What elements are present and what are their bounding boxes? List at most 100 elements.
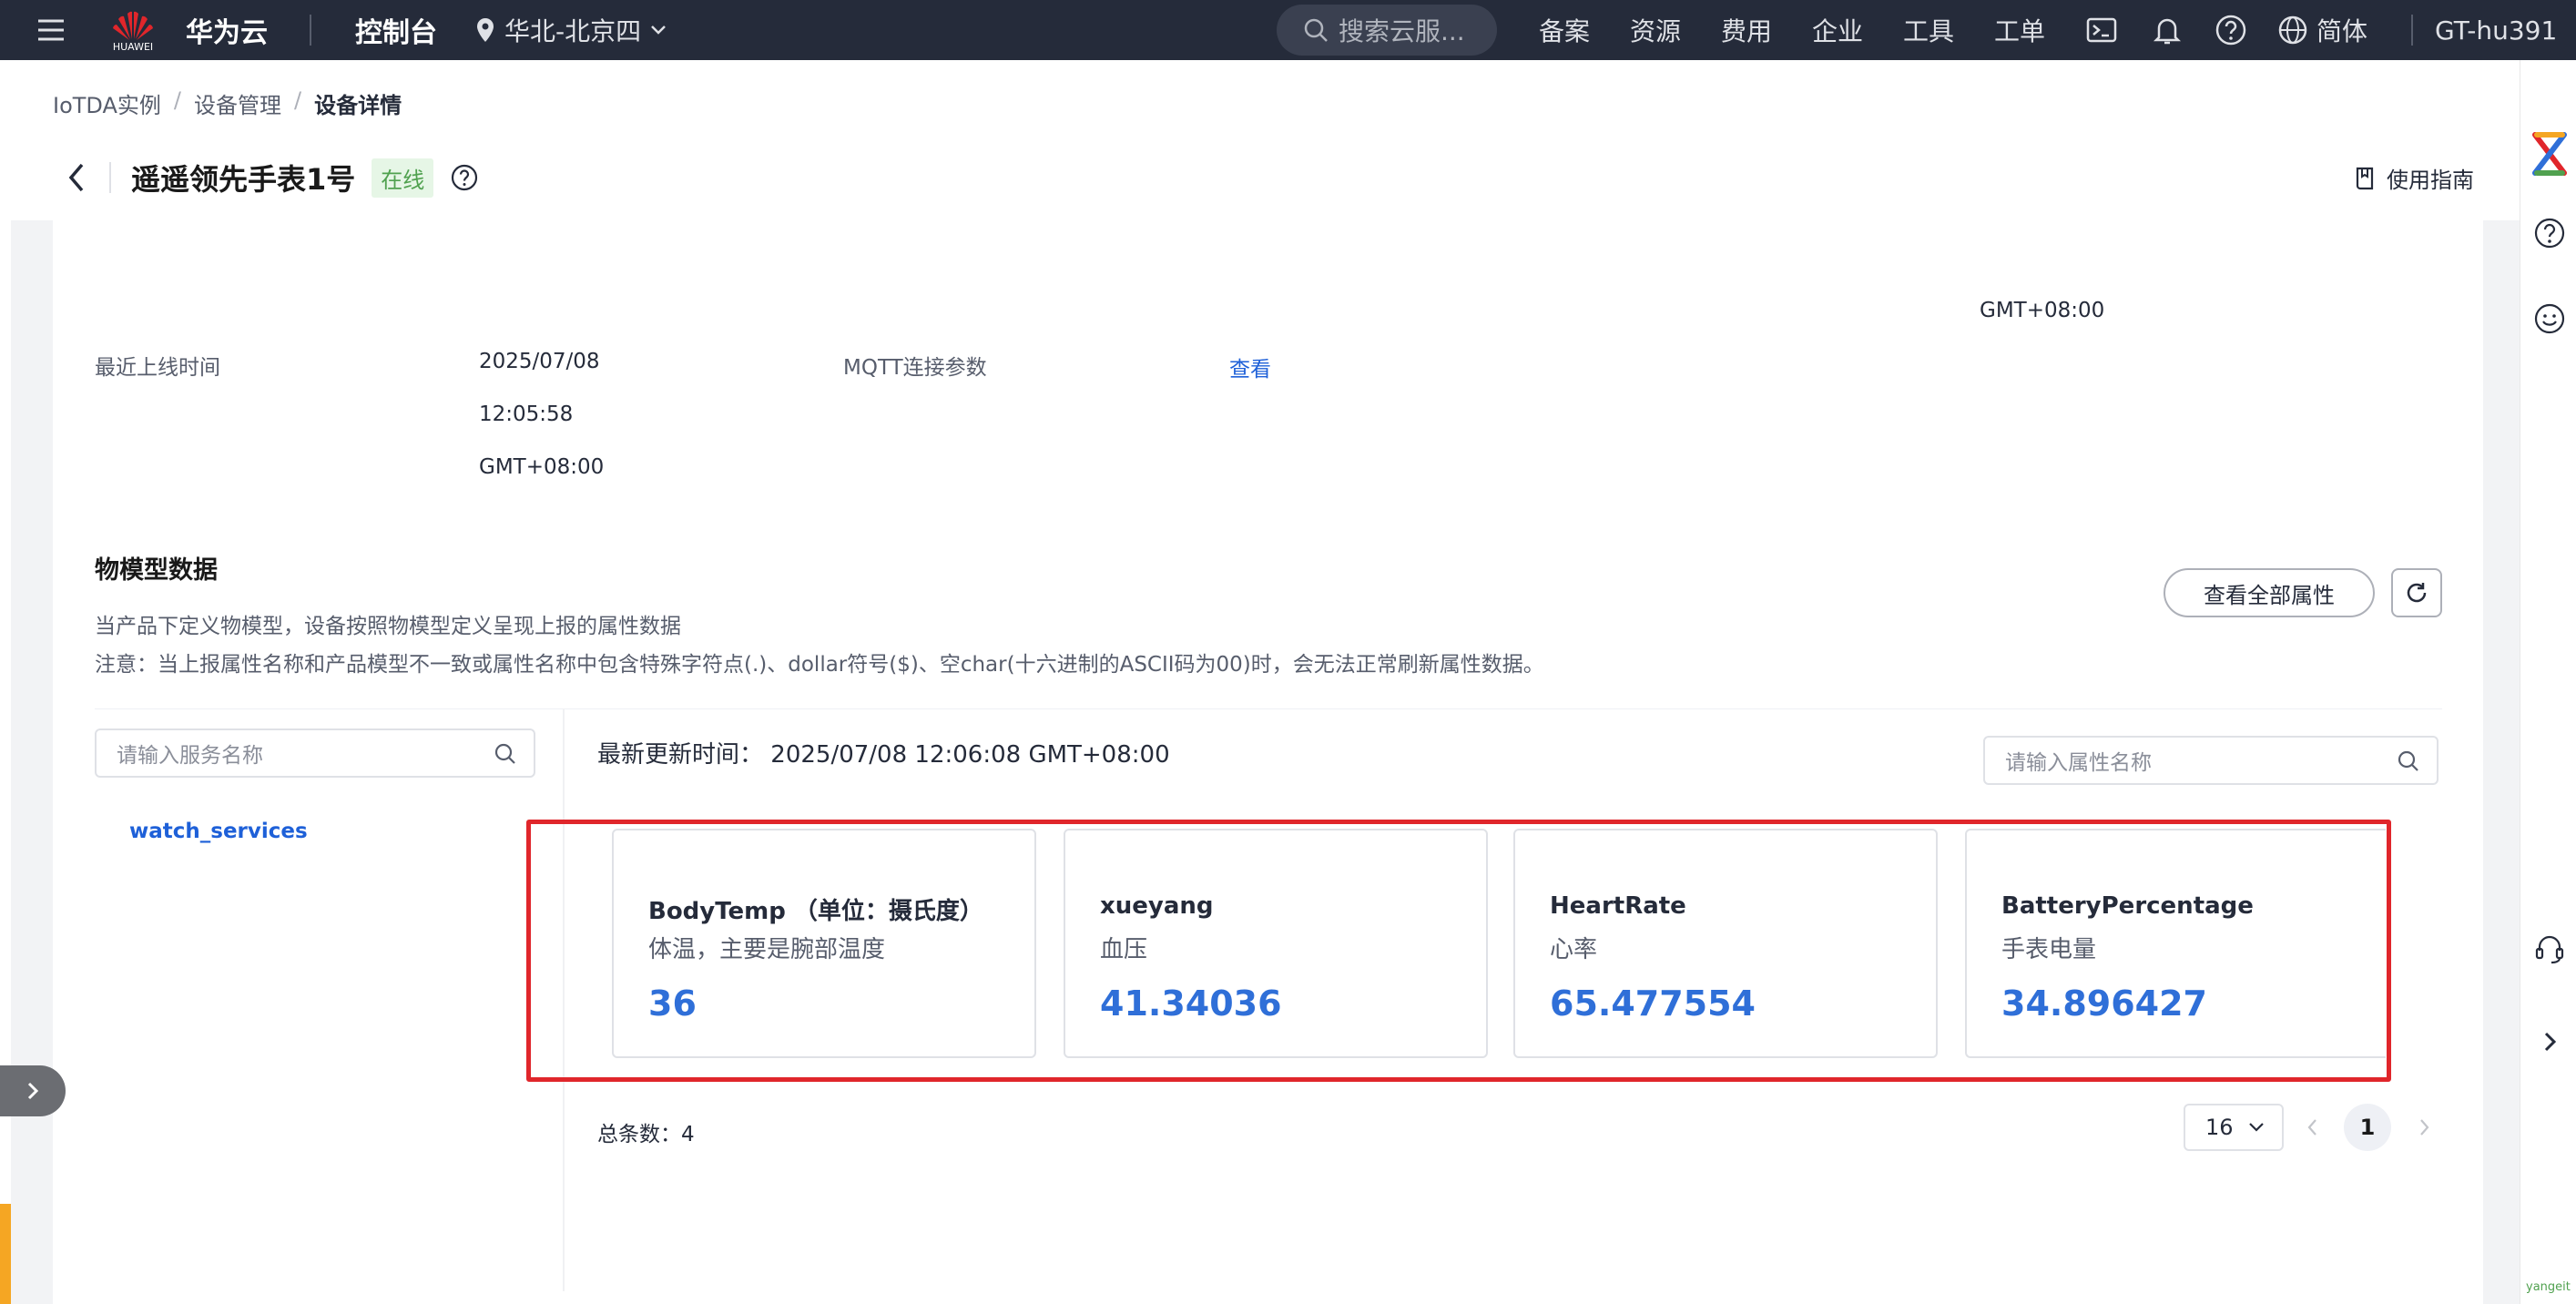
last-online-timezone: GMT+08:00	[479, 455, 605, 479]
huawei-logo[interactable]: HUAWEI	[107, 0, 158, 60]
left-edge	[0, 60, 11, 1304]
breadcrumb-device-management[interactable]: 设备管理	[194, 87, 281, 119]
breadcrumb-separator: /	[173, 87, 181, 113]
service-search-input[interactable]: 请输入服务名称	[95, 728, 535, 778]
global-search-input[interactable]: 搜索云服...	[1277, 5, 1497, 56]
breadcrumb: IoTDA实例 / 设备管理 / 设备详情	[53, 87, 402, 119]
property-card-battery: BatteryPercentage 手表电量 34.896427	[1965, 829, 2386, 1058]
property-card-xueyang: xueyang 血压 41.34036	[1064, 829, 1488, 1058]
property-name: HeartRate	[1550, 892, 1686, 920]
help-circle-icon[interactable]	[450, 163, 479, 192]
right-tool-rail: yangeit	[2520, 60, 2576, 1304]
top-right-timezone: GMT+08:00	[1980, 299, 2105, 322]
global-search-placeholder: 搜索云服...	[1339, 16, 1465, 46]
language-label: 简体	[2316, 16, 2368, 46]
chevron-right-icon	[27, 1082, 39, 1100]
usage-guide-link[interactable]: 使用指南	[2354, 162, 2474, 194]
topbar-divider-2	[2411, 15, 2413, 46]
property-name: xueyang	[1100, 892, 1214, 920]
section-divider	[95, 708, 2442, 709]
nav-filing[interactable]: 备案	[1539, 0, 1590, 60]
sidebar-expand-button[interactable]	[0, 1065, 66, 1116]
property-description: 心率	[1550, 936, 1598, 963]
model-notice: 注意：当上报属性名称和产品模型不一致或属性名称中包含特殊字符点(.)、dolla…	[95, 653, 1544, 677]
topbar-divider	[310, 15, 311, 46]
property-value: 65.477554	[1550, 983, 1756, 1024]
property-card-heartrate: HeartRate 心率 65.477554	[1513, 829, 1938, 1058]
service-item-watch-services[interactable]: watch_services	[129, 820, 308, 843]
left-edge-accent	[0, 1204, 11, 1304]
property-description: 手表电量	[2001, 936, 2097, 963]
basic-info-card: GMT+08:00 最近上线时间 2025/07/08 12:05:58 GMT…	[53, 220, 2483, 539]
breadcrumb-device-detail: 设备详情	[314, 93, 402, 118]
region-selector[interactable]: 华北-北京四	[473, 0, 668, 60]
property-search-placeholder: 请输入属性名称	[2005, 751, 2152, 775]
back-arrow-icon[interactable]	[64, 159, 91, 196]
feedback-smile-icon[interactable]	[2533, 302, 2566, 335]
property-value: 36	[648, 983, 697, 1024]
location-pin-icon	[477, 18, 494, 42]
page-number-current[interactable]: 1	[2344, 1104, 2391, 1151]
nav-billing[interactable]: 费用	[1721, 0, 1772, 60]
nav-tools[interactable]: 工具	[1903, 0, 1954, 60]
last-update-label: 最新更新时间：	[597, 741, 764, 769]
page-title: 遥遥领先手表1号	[131, 162, 356, 197]
mqtt-params-label: MQTT连接参数	[843, 356, 987, 380]
title-row: 遥遥领先手表1号 在线	[64, 155, 479, 200]
service-search-placeholder: 请输入服务名称	[117, 744, 263, 768]
last-online-time: 12:05:58	[479, 402, 574, 426]
help-icon[interactable]	[2215, 0, 2247, 60]
collapse-rail-icon[interactable]	[2533, 1025, 2566, 1058]
model-description: 当产品下定义物模型，设备按照物模型定义呈现上报的属性数据	[95, 615, 681, 638]
property-value: 34.896427	[2001, 983, 2207, 1024]
page-header: IoTDA实例 / 设备管理 / 设备详情 遥遥领先手表1号 在线 使用指南	[11, 60, 2520, 220]
property-card-bodytemp: BodyTemp （单位：摄氏度） 体温，主要是腕部温度 36	[612, 829, 1036, 1058]
breadcrumb-iotda[interactable]: IoTDA实例	[53, 87, 161, 119]
total-count: 总条数：4	[597, 1123, 695, 1146]
menu-icon[interactable]	[35, 0, 67, 60]
customer-service-headset-icon[interactable]	[2533, 932, 2566, 965]
nav-tickets[interactable]: 工单	[1994, 0, 2045, 60]
next-page-button[interactable]	[2400, 1104, 2448, 1151]
status-badge: 在线	[372, 158, 434, 198]
language-selector[interactable]: 简体	[2276, 0, 2367, 60]
bell-icon[interactable]	[2151, 0, 2184, 60]
model-section-title: 物模型数据	[95, 556, 218, 585]
property-name: BodyTemp （单位：摄氏度）	[648, 898, 983, 925]
user-account[interactable]: GT-hu391	[2435, 0, 2557, 60]
chevron-right-icon	[2420, 1119, 2429, 1136]
last-online-label: 最近上线时间	[95, 356, 220, 380]
usage-guide-label: 使用指南	[2387, 168, 2474, 193]
search-icon	[494, 743, 515, 764]
property-name: BatteryPercentage	[2001, 892, 2254, 920]
help-icon[interactable]	[2533, 217, 2566, 250]
refresh-icon	[2407, 583, 2427, 603]
cloud-brand[interactable]: 华为云	[186, 0, 268, 60]
property-description: 血压	[1100, 936, 1148, 963]
globe-icon	[2278, 15, 2307, 45]
last-update-time: 最新更新时间： 2025/07/08 12:06:08 GMT+08:00	[597, 736, 1170, 769]
last-update-value: 2025/07/08 12:06:08 GMT+08:00	[770, 741, 1170, 769]
ai-assistant-icon[interactable]	[2530, 129, 2570, 178]
top-nav-bar: HUAWEI 华为云 控制台 华北-北京四 搜索云服... 备案 资源 费用 企…	[0, 0, 2576, 60]
page-size-select[interactable]: 16	[2184, 1104, 2284, 1151]
property-value: 41.34036	[1100, 983, 1282, 1024]
chevron-down-icon	[2248, 1123, 2264, 1132]
chevron-down-icon	[651, 25, 666, 35]
nav-enterprise[interactable]: 企业	[1812, 0, 1863, 60]
console-link[interactable]: 控制台	[355, 0, 437, 60]
refresh-button[interactable]	[2391, 568, 2442, 617]
watermark: yangeit	[2526, 1280, 2571, 1294]
book-icon	[2356, 167, 2374, 189]
huawei-logo-icon	[113, 11, 153, 40]
terminal-icon[interactable]	[2085, 0, 2118, 60]
search-icon	[2398, 750, 2418, 771]
huawei-logo-text: HUAWEI	[112, 40, 154, 53]
property-search-input[interactable]: 请输入属性名称	[1983, 736, 2439, 785]
view-all-properties-button[interactable]: 查看全部属性	[2164, 568, 2375, 617]
mqtt-view-link[interactable]: 查看	[1229, 351, 1271, 382]
nav-resources[interactable]: 资源	[1630, 0, 1681, 60]
title-divider	[109, 162, 111, 193]
search-icon	[1304, 18, 1328, 42]
prev-page-button[interactable]	[2289, 1104, 2337, 1151]
